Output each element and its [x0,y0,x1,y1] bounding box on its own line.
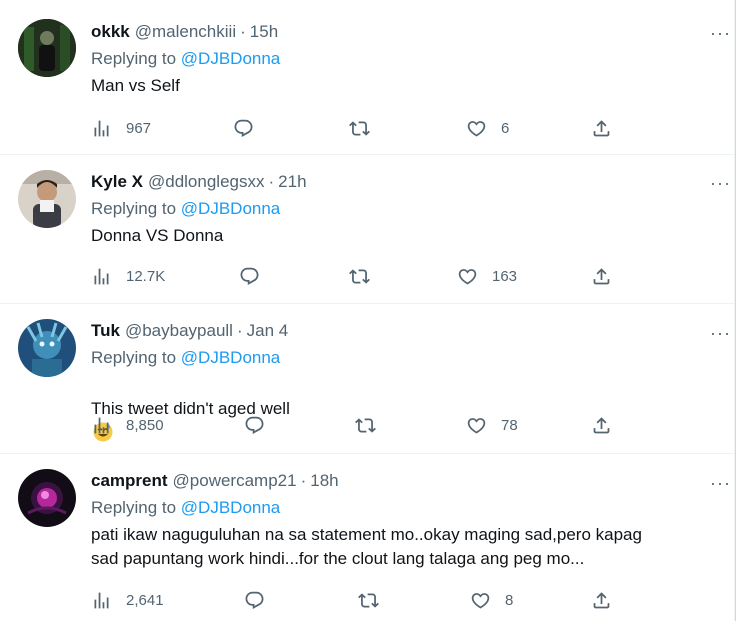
tweet-card[interactable]: okkk @malenchkiii · 15h Replying to @DJB… [0,0,735,155]
retweet-button[interactable] [349,264,384,288]
replying-to-line: Replying to @DJBDonna [91,347,715,369]
retweet-icon [349,266,370,287]
reply-button[interactable] [244,413,279,437]
heart-icon [457,266,478,287]
mention-link[interactable]: @DJBDonna [181,498,280,517]
reply-feed: okkk @malenchkiii · 15h Replying to @DJB… [0,0,735,621]
timestamp[interactable]: 18h [310,470,338,492]
reply-icon [244,415,265,436]
tweet-text: Donna VS Donna [91,226,224,245]
more-options-icon[interactable]: ··· [710,24,731,42]
reply-button[interactable] [233,116,268,140]
replying-to-line: Replying to @DJBDonna [91,48,715,70]
retweet-button[interactable] [358,588,393,612]
action-bar: 8,850 78 [91,413,621,437]
share-icon [591,118,612,139]
share-button[interactable] [591,588,612,612]
like-button[interactable]: 78 [466,413,518,437]
timestamp[interactable]: 21h [278,171,306,193]
share-button[interactable] [591,264,612,288]
views-icon [91,266,112,287]
more-options-icon[interactable]: ··· [710,174,731,192]
action-bar: 2,641 8 [91,588,621,612]
replying-to-label: Replying to [91,199,177,218]
replying-to-label: Replying to [91,348,177,367]
views-icon [91,415,112,436]
author-name[interactable]: Tuk [91,320,120,342]
views-button[interactable]: 967 [91,116,151,140]
author-handle[interactable]: @baybaypaull [125,320,233,342]
reply-icon [239,266,260,287]
views-icon [91,118,112,139]
reply-button[interactable] [244,588,279,612]
timestamp[interactable]: 15h [250,21,278,43]
views-count: 2,641 [126,591,164,609]
avatar[interactable] [18,469,76,527]
separator-dot: · [300,471,307,490]
replying-to-line: Replying to @DJBDonna [91,497,715,519]
share-icon [591,266,612,287]
like-count: 78 [501,416,518,434]
mention-link[interactable]: @DJBDonna [181,348,280,367]
more-options-icon[interactable]: ··· [710,474,731,492]
views-count: 8,850 [126,416,164,434]
action-bar: 967 6 [91,116,621,140]
share-button[interactable] [591,413,612,437]
views-button[interactable]: 8,850 [91,413,164,437]
like-button[interactable]: 163 [457,264,517,288]
retweet-button[interactable] [355,413,390,437]
views-count: 12.7K [126,267,166,285]
reply-icon [244,590,265,611]
author-name[interactable]: Kyle X [91,171,143,193]
heart-icon [466,415,487,436]
views-icon [91,590,112,611]
tweet-text: Man vs Self [91,76,180,95]
author-name[interactable]: camprent [91,470,168,492]
replying-to-line: Replying to @DJBDonna [91,198,715,220]
retweet-button[interactable] [349,116,384,140]
share-icon [591,415,612,436]
action-bar: 12.7K 163 [91,264,621,288]
like-button[interactable]: 6 [466,116,509,140]
timestamp[interactable]: Jan 4 [247,320,289,342]
views-button[interactable]: 2,641 [91,588,164,612]
column-divider [735,0,736,621]
replying-to-label: Replying to [91,49,177,68]
avatar[interactable] [18,19,76,77]
tweet-card[interactable]: camprent @powercamp21 · 18h Replying to … [0,454,735,621]
reply-icon [233,118,254,139]
tweet-card[interactable]: Kyle X @ddlonglegsxx · 21h Replying to @… [0,155,735,304]
views-button[interactable]: 12.7K [91,264,165,288]
author-handle[interactable]: @powercamp21 [173,470,297,492]
reply-button[interactable] [239,264,274,288]
replying-to-label: Replying to [91,498,177,517]
like-count: 6 [501,119,510,137]
mention-link[interactable]: @DJBDonna [181,199,280,218]
separator-dot: · [268,172,275,191]
tweet-card[interactable]: Tuk @baybaypaull · Jan 4 Replying to @DJ… [0,304,735,454]
separator-dot: · [236,321,243,340]
author-name[interactable]: okkk [91,21,130,43]
author-handle[interactable]: @ddlonglegsxx [148,171,265,193]
like-count: 8 [505,591,514,609]
like-button[interactable]: 8 [470,588,513,612]
retweet-icon [349,118,370,139]
heart-icon [470,590,491,611]
share-icon [591,590,612,611]
tweet-text: pati ikaw naguguluhan na sa statement mo… [91,525,642,568]
avatar[interactable] [18,319,76,377]
more-options-icon[interactable]: ··· [710,324,731,342]
retweet-icon [358,590,379,611]
author-handle[interactable]: @malenchkiii [135,21,236,43]
separator-dot: · [240,22,246,41]
like-count: 163 [492,267,518,285]
views-count: 967 [126,119,152,137]
mention-link[interactable]: @DJBDonna [181,49,280,68]
share-button[interactable] [591,116,612,140]
retweet-icon [355,415,376,436]
heart-icon [466,118,487,139]
avatar[interactable] [18,170,76,228]
